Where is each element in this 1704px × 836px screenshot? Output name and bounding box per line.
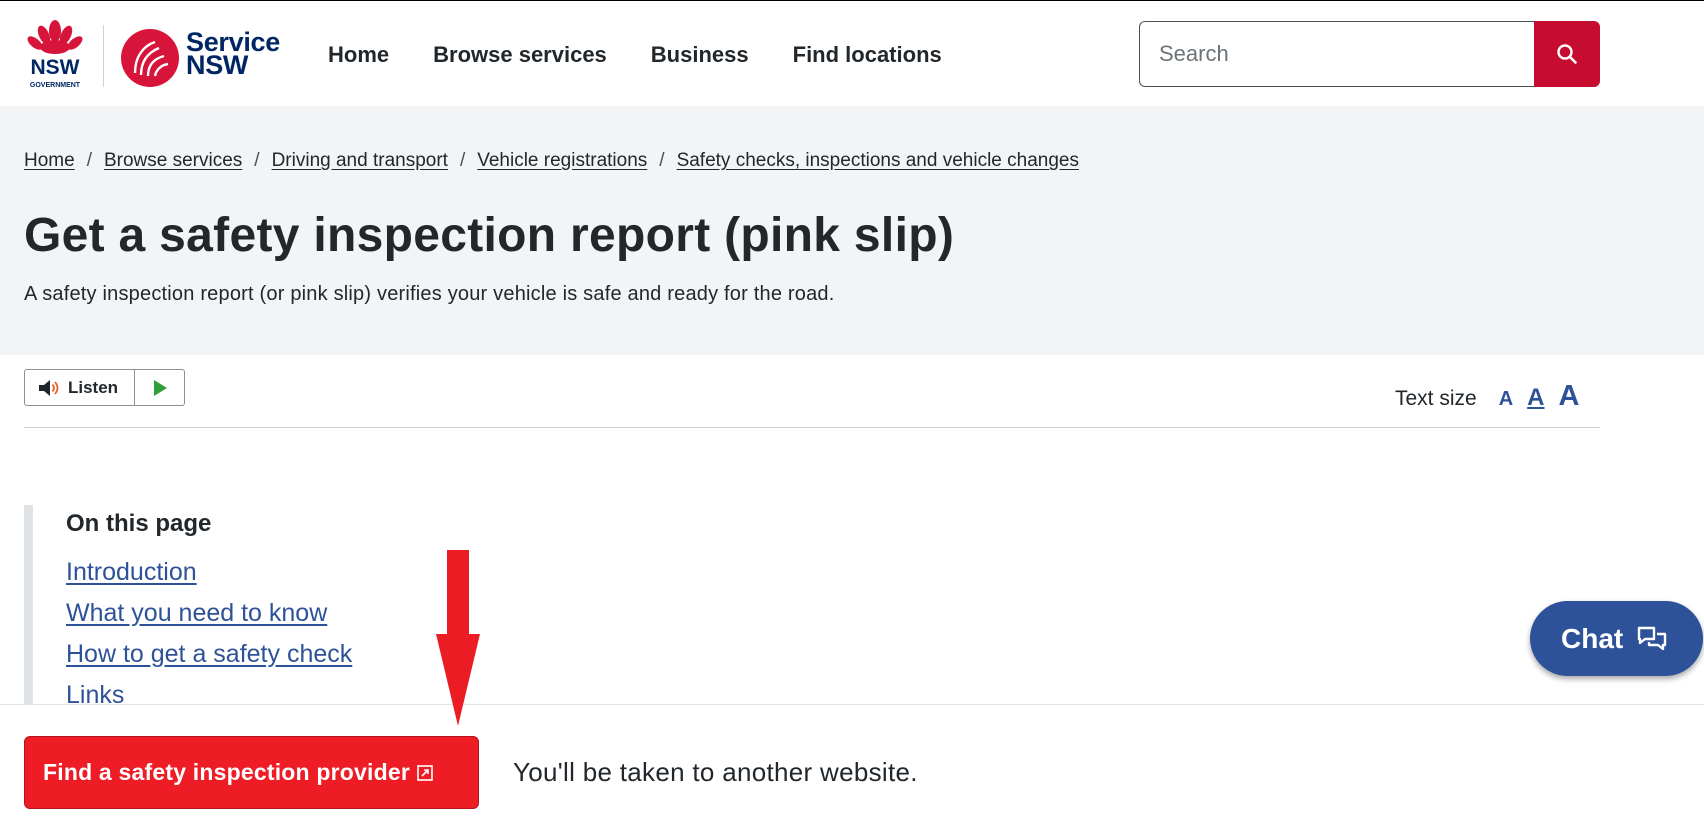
breadcrumb-separator: / [459, 150, 466, 171]
breadcrumb-separator: / [254, 150, 260, 171]
service-nsw-logo-icon[interactable] [121, 29, 179, 87]
text-size-medium[interactable]: A [1527, 384, 1544, 412]
find-provider-label: Find a safety inspection provider [43, 759, 411, 785]
nav-find-locations[interactable]: Find locations [793, 42, 942, 68]
service-nsw-wordmark[interactable]: Service NSW [186, 29, 280, 80]
site-header: NSW GOVERNMENT Service NSW Home Browse s… [0, 1, 1704, 106]
page-intro: A safety inspection report (or pink slip… [24, 283, 835, 305]
listen-button[interactable]: Listen [25, 370, 135, 405]
government-wordmark: GOVERNMENT [30, 82, 81, 89]
search-input[interactable] [1139, 21, 1535, 87]
breadcrumb-home[interactable]: Home [24, 150, 75, 172]
external-site-note: You'll be taken to another website. [513, 757, 918, 787]
speaker-icon [39, 379, 59, 396]
text-size-large[interactable]: A [1559, 380, 1580, 413]
breadcrumb-safety-checks[interactable]: Safety checks, inspections and vehicle c… [677, 150, 1079, 172]
chat-bubbles-icon [1638, 626, 1667, 650]
nav-business[interactable]: Business [651, 42, 749, 68]
text-size-small[interactable]: A [1499, 388, 1513, 411]
breadcrumb-separator: / [86, 150, 92, 171]
service-nsw-line2: NSW [186, 50, 249, 80]
logo-divider [103, 25, 104, 87]
on-this-page-title: On this page [66, 510, 212, 537]
nav-browse-services[interactable]: Browse services [433, 42, 607, 68]
breadcrumb-driving-and-transport[interactable]: Driving and transport [272, 150, 448, 172]
search-button[interactable] [1534, 21, 1600, 87]
text-size-control: Text size A A A [1395, 380, 1579, 413]
text-size-label: Text size [1395, 387, 1477, 410]
nsw-wordmark: NSW [31, 56, 80, 79]
listen-widget: Listen [24, 369, 185, 406]
chat-button[interactable]: Chat [1530, 601, 1703, 676]
play-icon [153, 379, 167, 396]
breadcrumb-browse-services[interactable]: Browse services [104, 150, 242, 172]
search-form [1139, 21, 1600, 87]
nsw-government-logo[interactable]: NSW GOVERNMENT [24, 17, 86, 89]
nav-home[interactable]: Home [328, 42, 389, 68]
breadcrumb: Home / Browse services / Driving and tra… [24, 150, 1079, 172]
annotation-arrow-icon [436, 550, 480, 726]
listen-label: Listen [68, 377, 119, 397]
page-title: Get a safety inspection report (pink sli… [24, 209, 955, 262]
page-banner: Home / Browse services / Driving and tra… [0, 106, 1704, 355]
search-icon [1557, 44, 1577, 64]
find-provider-button[interactable]: Find a safety inspection provider [24, 736, 479, 809]
breadcrumb-vehicle-registrations[interactable]: Vehicle registrations [477, 150, 647, 172]
external-link-icon [417, 764, 433, 781]
chat-label: Chat [1561, 622, 1624, 654]
toolbar-divider [24, 427, 1600, 428]
sticky-cta-bar: Find a safety inspection provider You'll… [0, 704, 1704, 836]
breadcrumb-separator: / [659, 150, 665, 171]
waratah-icon [27, 20, 83, 54]
main-nav: Home Browse services Business Find locat… [328, 42, 986, 68]
listen-play-button[interactable] [135, 370, 184, 405]
